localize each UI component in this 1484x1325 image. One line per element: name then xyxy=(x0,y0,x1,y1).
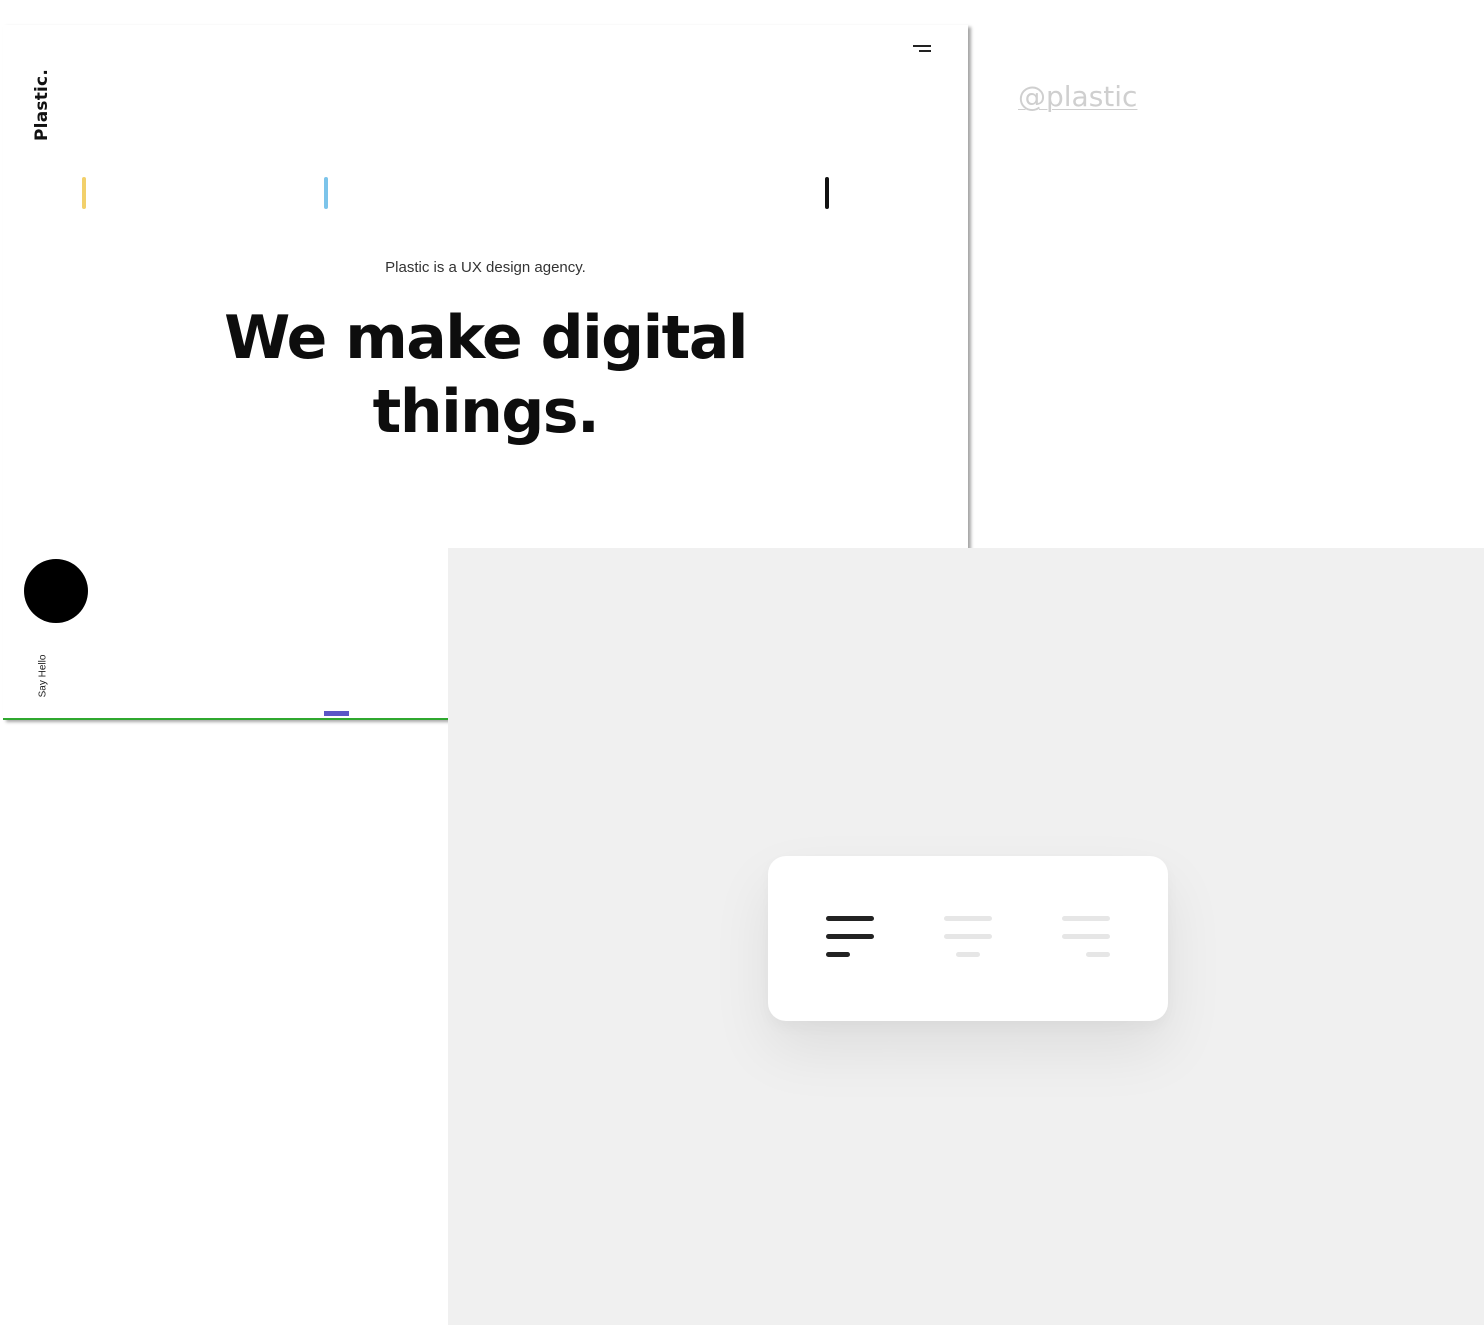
align-left-button[interactable] xyxy=(826,914,876,960)
decorative-line-black xyxy=(825,177,829,209)
hamburger-menu-icon[interactable] xyxy=(909,44,931,54)
decorative-line-yellow xyxy=(82,177,86,209)
decorative-line-blue xyxy=(324,177,328,209)
align-center-button[interactable] xyxy=(944,914,994,960)
align-right-button[interactable] xyxy=(1062,914,1112,960)
hero-headline-line2: things. xyxy=(372,377,600,447)
hero-headline-line1: We make digital xyxy=(224,303,748,373)
say-hello-button[interactable] xyxy=(24,559,88,623)
plastic-handle-link[interactable]: @plastic xyxy=(1018,80,1137,113)
say-hello-label[interactable]: Say Hello xyxy=(38,655,49,698)
brand-logo[interactable]: Plastic. xyxy=(32,69,52,141)
hero-headline: We make digital things. xyxy=(3,301,968,449)
alignment-demo-panel xyxy=(448,548,1484,1325)
agency-tagline: Plastic is a UX design agency. xyxy=(385,259,586,276)
alignment-toolbar xyxy=(768,856,1168,1021)
scroll-indicator xyxy=(324,711,349,716)
